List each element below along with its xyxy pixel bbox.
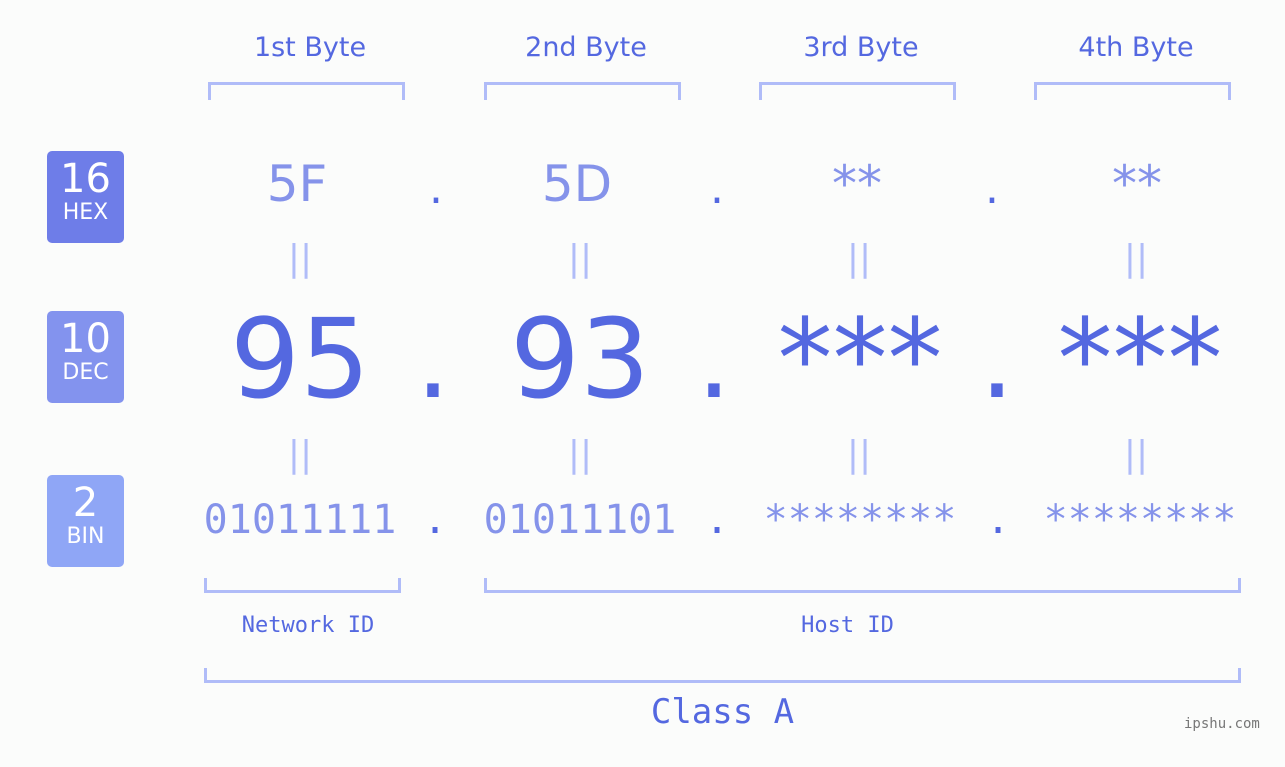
hex-dot-2: . xyxy=(710,163,724,214)
watermark: ipshu.com xyxy=(1184,716,1260,732)
network-id-bracket xyxy=(204,578,401,593)
bin-badge: 2 BIN xyxy=(47,475,124,567)
host-id-label: Host ID xyxy=(801,613,894,638)
class-bracket xyxy=(204,668,1241,683)
dec-badge-label: DEC xyxy=(62,360,109,385)
byte-header-3: 3rd Byte xyxy=(803,32,919,63)
host-id-bracket xyxy=(484,578,1241,593)
network-id-label: Network ID xyxy=(241,613,375,638)
dec-dot-2: . xyxy=(696,295,732,423)
byte-header-2: 2nd Byte xyxy=(525,32,647,63)
hex-badge-number: 16 xyxy=(60,156,111,202)
bin-dot-1: . xyxy=(422,497,448,543)
hex-badge-label: HEX xyxy=(62,200,109,225)
equals-hex-dec-2: || xyxy=(567,238,593,279)
bin-badge-number: 2 xyxy=(72,480,99,526)
byte-bracket-1 xyxy=(208,82,405,100)
byte-header-1: 1st Byte xyxy=(253,32,367,63)
equals-dec-bin-2: || xyxy=(567,434,593,475)
dec-badge: 10 DEC xyxy=(47,311,124,403)
byte-bracket-2 xyxy=(484,82,681,100)
equals-dec-bin-1: || xyxy=(287,434,313,475)
dec-badge-number: 10 xyxy=(60,316,111,362)
equals-hex-dec-1: || xyxy=(287,238,313,279)
byte-header-4: 4th Byte xyxy=(1078,32,1194,63)
equals-dec-bin-3: || xyxy=(846,434,872,475)
bin-dot-3: . xyxy=(985,497,1011,543)
byte-bracket-3 xyxy=(759,82,956,100)
class-label: Class A xyxy=(650,692,795,732)
hex-dot-1: . xyxy=(429,163,443,214)
bin-dot-2: . xyxy=(704,497,730,543)
hex-dot-3: . xyxy=(985,163,999,214)
dec-dot-3: . xyxy=(979,295,1015,423)
byte-bracket-4 xyxy=(1034,82,1231,100)
bin-badge-label: BIN xyxy=(66,524,105,549)
dec-dot-1: . xyxy=(415,295,451,423)
hex-badge: 16 HEX xyxy=(47,151,124,243)
equals-hex-dec-3: || xyxy=(846,238,872,279)
equals-dec-bin-4: || xyxy=(1123,434,1149,475)
equals-hex-dec-4: || xyxy=(1123,238,1149,279)
